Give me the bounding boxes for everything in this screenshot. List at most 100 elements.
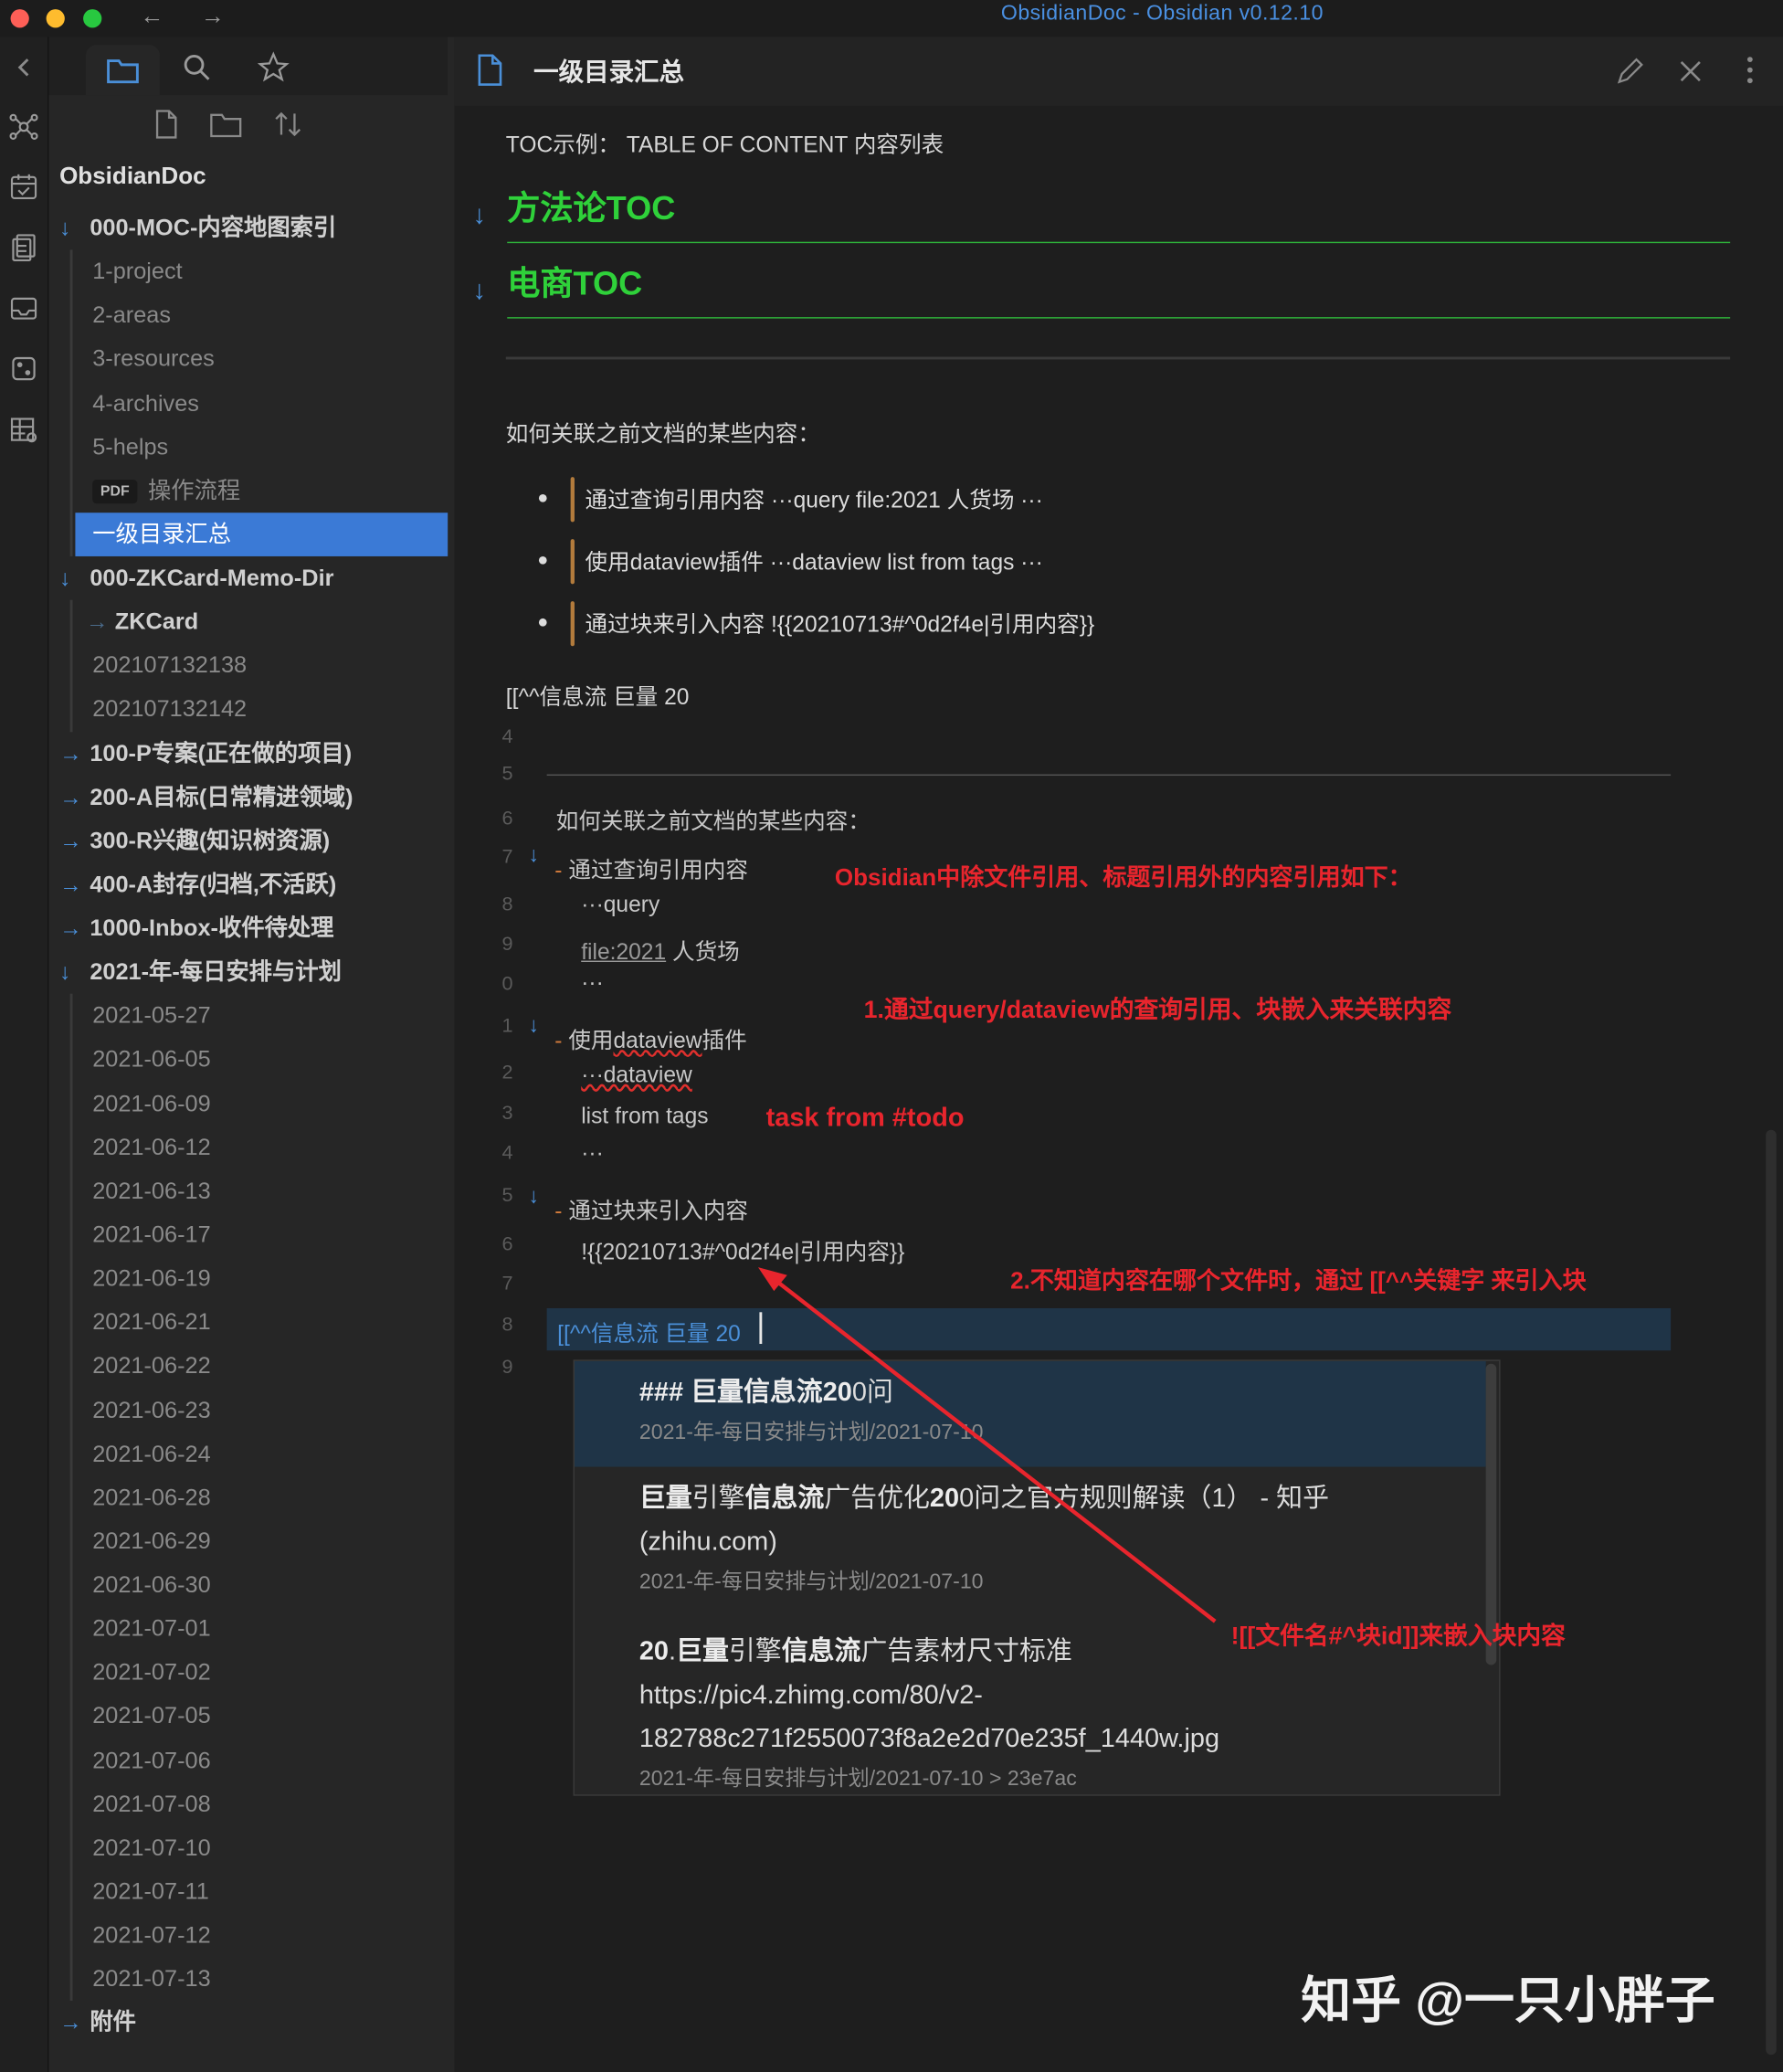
file-item[interactable]: 2021-06-24 (48, 1432, 448, 1475)
file-item[interactable]: 2021-07-12 (48, 1914, 448, 1958)
collapsed-arrow-icon[interactable]: → (59, 819, 82, 863)
file-item[interactable]: 1-project (48, 250, 448, 294)
copy-notes-icon[interactable] (6, 230, 41, 265)
sort-button[interactable] (272, 108, 304, 146)
graph-view-icon[interactable] (6, 110, 41, 144)
file-item[interactable]: 2021-06-05 (48, 1038, 448, 1082)
collapse-arrow-icon[interactable]: ↓ (473, 276, 486, 306)
file-item[interactable]: 2021-06-19 (48, 1257, 448, 1301)
folder-item[interactable]: → ZKCard (48, 600, 448, 644)
file-item[interactable]: 2021-07-02 (48, 1651, 448, 1695)
table-settings-icon[interactable] (6, 412, 41, 447)
tab-starred[interactable] (247, 45, 300, 90)
fold-arrow-icon[interactable]: ↓ (528, 844, 539, 868)
file-item[interactable]: 2021-06-12 (48, 1126, 448, 1169)
folder-item[interactable]: → 200-A目标(日常精进领域) (48, 776, 448, 819)
inbox-icon[interactable] (6, 291, 41, 325)
file-item[interactable]: 2021-06-09 (48, 1082, 448, 1126)
source-list-tags: list from tags (581, 1103, 709, 1129)
app-window: ← → ObsidianDoc - Obsidian v0.12.10 Obsi… (0, 0, 1783, 2072)
fold-arrow-icon[interactable]: ↓ (528, 1015, 539, 1039)
collapse-chevron-icon[interactable] (6, 50, 41, 85)
file-item[interactable]: 2021-06-21 (48, 1301, 448, 1345)
new-note-button[interactable] (153, 108, 180, 146)
more-options-icon[interactable] (1744, 54, 1757, 89)
list-item: 通过块来引入内容 !{{20210713#^0d2f4e|引用内容}} (538, 601, 1094, 647)
folder-item[interactable]: ↓ 2021-年-每日安排与计划 (48, 950, 448, 994)
file-item[interactable]: 一级目录汇总 (75, 513, 448, 556)
file-explorer-toolbar (48, 95, 448, 158)
collapsed-arrow-icon[interactable]: → (86, 600, 109, 644)
random-note-icon[interactable] (6, 352, 41, 386)
editor-scrollbar[interactable] (1766, 1129, 1777, 2056)
folder-item[interactable]: → 400-A封存(归档,不活跃) (48, 862, 448, 906)
file-item[interactable]: 2021-06-13 (48, 1169, 448, 1213)
file-item[interactable]: 2021-06-17 (48, 1213, 448, 1257)
folder-item[interactable]: → 300-R兴趣(知识树资源) (48, 819, 448, 863)
vault-name[interactable]: ObsidianDoc (59, 163, 206, 190)
file-item[interactable]: PDF 操作流程 (48, 469, 448, 513)
collapsed-arrow-icon[interactable]: → (59, 732, 82, 776)
tree-item-label: 2021-07-01 (92, 1614, 211, 1642)
source-query: ···query (581, 892, 660, 917)
folder-item[interactable]: → 1000-Inbox-收件待处理 (48, 906, 448, 950)
tree-item-label: 2021-07-06 (92, 1746, 211, 1773)
collapsed-arrow-icon[interactable]: → (59, 862, 82, 906)
file-item[interactable]: 2021-06-23 (48, 1388, 448, 1432)
tab-search[interactable] (171, 45, 224, 90)
tree-item-label: 2021-05-27 (92, 1001, 211, 1029)
active-line[interactable]: [[^^信息流 巨量 20 (546, 1307, 1672, 1351)
source-item-query[interactable]: - 通过查询引用内容 (554, 851, 748, 884)
expanded-arrow-icon[interactable]: ↓ (59, 950, 70, 994)
active-line-text[interactable]: [[^^信息流 巨量 20 (557, 1315, 741, 1348)
file-item[interactable]: 2021-06-30 (48, 1563, 448, 1607)
collapsed-arrow-icon[interactable]: → (59, 906, 82, 950)
heading-ecommerce-toc: 电商TOC (507, 258, 1731, 319)
tree-item-label: 000-ZKCard-Memo-Dir (90, 564, 334, 591)
expanded-arrow-icon[interactable]: ↓ (59, 556, 70, 600)
line-number: 3 (501, 1102, 513, 1125)
file-item[interactable]: 2021-06-22 (48, 1345, 448, 1389)
file-item[interactable]: 3-resources (48, 337, 448, 381)
folder-item[interactable]: → 100-P专案(正在做的项目) (48, 732, 448, 776)
tab-file-explorer[interactable] (85, 45, 160, 96)
fold-arrow-icon[interactable]: ↓ (528, 1185, 539, 1209)
file-item[interactable]: 2021-07-08 (48, 1782, 448, 1826)
list-item: 使用dataview插件 ···dataview list from tags … (538, 539, 1043, 585)
file-item[interactable]: 2021-07-05 (48, 1695, 448, 1739)
folder-item[interactable]: ↓ 000-MOC-内容地图索引 (48, 206, 448, 250)
source-item-block[interactable]: - 通过块来引入内容 (554, 1192, 748, 1225)
file-item[interactable]: 2021-07-01 (48, 1607, 448, 1651)
daily-note-icon[interactable] (6, 169, 41, 204)
file-item[interactable]: 2021-07-13 (48, 1957, 448, 2001)
title-bar: ← → ObsidianDoc - Obsidian v0.12.10 (0, 0, 1783, 37)
edit-pencil-icon[interactable] (1614, 56, 1646, 88)
source-dataview: ···dataview (581, 1062, 692, 1088)
file-item[interactable]: 2021-05-27 (48, 994, 448, 1038)
tree-item-label: ZKCard (114, 608, 199, 635)
file-item[interactable]: 202107132142 (48, 688, 448, 732)
collapsed-arrow-icon[interactable]: → (59, 776, 82, 819)
collapsed-arrow-icon[interactable]: → (59, 2001, 82, 2045)
search-icon (184, 55, 210, 80)
line-number: 7 (501, 1272, 513, 1295)
expanded-arrow-icon[interactable]: ↓ (59, 206, 70, 250)
source-item-dataview[interactable]: - 使用dataview插件 (554, 1021, 746, 1054)
new-folder-button[interactable] (208, 109, 243, 144)
file-item[interactable]: 2021-07-10 (48, 1826, 448, 1870)
collapse-arrow-icon[interactable]: ↓ (473, 201, 486, 231)
folder-item[interactable]: → 附件 (48, 2001, 448, 2045)
file-item[interactable]: 4-archives (48, 381, 448, 425)
file-item[interactable]: 2021-07-06 (48, 1739, 448, 1782)
file-item[interactable]: 2021-06-28 (48, 1475, 448, 1519)
file-item[interactable]: 2021-06-29 (48, 1519, 448, 1563)
file-item[interactable]: 202107132138 (48, 644, 448, 688)
suggestion-item[interactable]: 巨量引擎信息流广告优化200问之官方规则解读（1） - 知乎 (zhihu.co… (575, 1469, 1486, 1602)
folder-item[interactable]: ↓ 000-ZKCard-Memo-Dir (48, 556, 448, 600)
close-icon[interactable] (1676, 57, 1705, 86)
file-item[interactable]: 2-areas (48, 293, 448, 337)
suggestion-item[interactable]: ### 巨量信息流200问 2021-年-每日安排与计划/2021-07-10 (574, 1360, 1486, 1467)
file-item[interactable]: 2021-07-11 (48, 1870, 448, 1914)
tree-item-label: 200-A目标(日常精进领域) (90, 783, 353, 810)
file-item[interactable]: 5-helps (48, 425, 448, 469)
